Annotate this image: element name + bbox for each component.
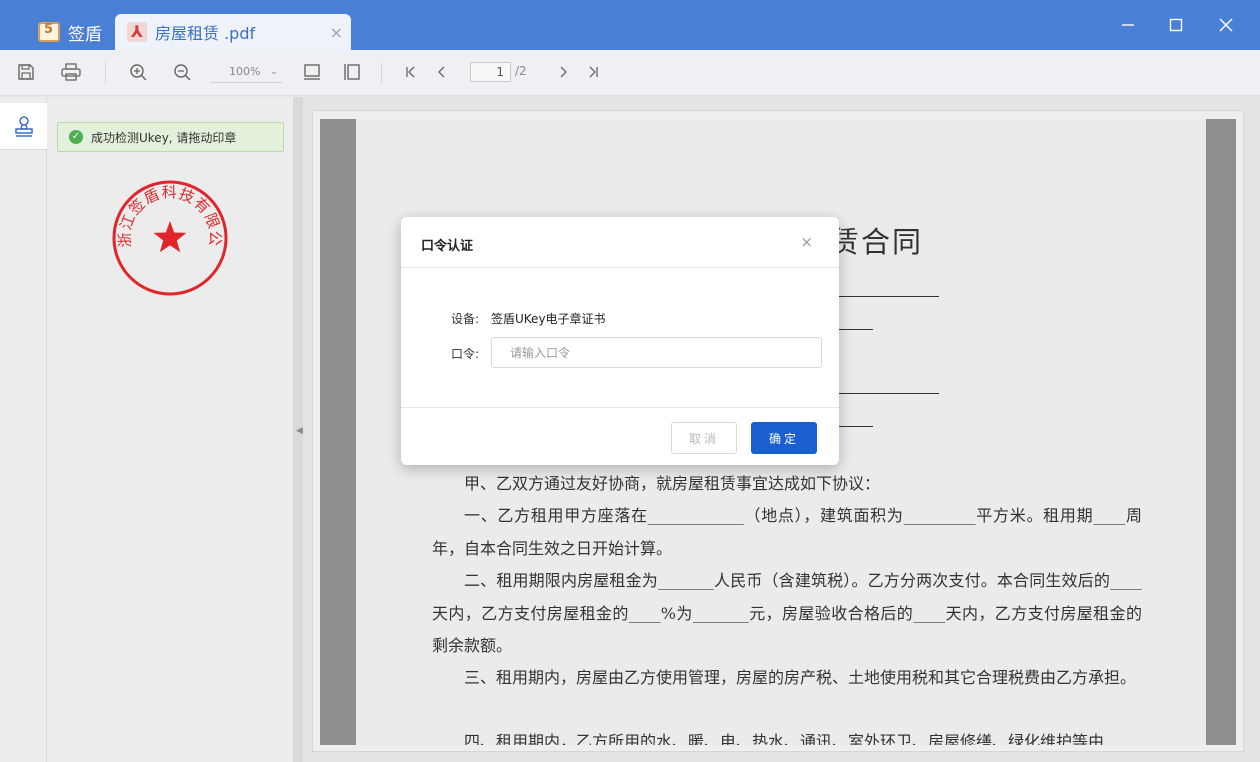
print-icon	[61, 63, 81, 81]
page-margin-left	[320, 119, 356, 745]
first-page-button[interactable]	[400, 61, 422, 83]
form-line	[839, 426, 873, 427]
paragraph: 四、租用期内，乙方所用的水、暖、电、热水、通讯、室外环卫、房屋修缮、绿化维护等由	[464, 732, 1105, 745]
password-input[interactable]	[491, 337, 822, 368]
app-tab[interactable]: 签盾	[38, 14, 102, 50]
dialog-close-icon[interactable]: ×	[800, 233, 813, 251]
app-name: 签盾	[68, 24, 102, 45]
cancel-button[interactable]: 取消	[671, 422, 737, 454]
zoom-in-icon	[130, 64, 147, 81]
paragraph: 甲、乙双方通过友好协商，就房屋租赁事宜达成如下协议：	[464, 474, 881, 493]
last-page-button[interactable]	[582, 61, 604, 83]
dialog-header-divider	[401, 267, 839, 268]
sidebar-rail	[0, 97, 47, 762]
maximize-icon	[1169, 18, 1183, 32]
toolbar-divider	[381, 62, 382, 84]
next-page-button[interactable]	[552, 61, 574, 83]
password-dialog: 口令认证 × 设备: 签盾UKey电子章证书 口令: 取消 确定	[401, 217, 839, 465]
title-bar: 签盾 ⅄ 房屋租赁 .pdf ×	[0, 0, 1260, 50]
close-window-button[interactable]	[1211, 10, 1241, 40]
zoom-out-button[interactable]	[171, 61, 193, 83]
zoom-select[interactable]: 100% ⌄	[210, 63, 282, 83]
form-line	[839, 329, 873, 330]
zoom-value: 100%	[229, 65, 261, 78]
fit-height-icon	[344, 64, 360, 80]
password-label: 口令:	[451, 347, 480, 361]
maximize-button[interactable]	[1161, 10, 1191, 40]
dialog-title: 口令认证	[421, 239, 474, 254]
pdf-icon: ⅄	[127, 22, 147, 42]
save-icon	[18, 64, 34, 80]
app-logo-icon	[38, 22, 60, 42]
company-seal[interactable]: 浙江签盾科技有限公司	[102, 164, 230, 302]
fit-width-button[interactable]	[301, 61, 323, 83]
ukey-success-alert: ✓ 成功检测Ukey, 请拖动印章	[57, 122, 284, 152]
paragraph: 一、乙方租用甲方座落在____________（地点），建筑面积为_______…	[432, 506, 1142, 558]
device-label: 设备:	[451, 312, 480, 326]
dialog-footer-divider	[401, 407, 839, 408]
form-line	[839, 296, 939, 297]
minimize-icon	[1122, 24, 1134, 26]
check-circle-icon: ✓	[69, 130, 83, 144]
collapse-arrow-icon[interactable]: ◀	[296, 426, 303, 436]
next-page-icon	[560, 66, 567, 78]
print-button[interactable]	[60, 61, 82, 83]
document-tab[interactable]: ⅄ 房屋租赁 .pdf ×	[115, 14, 351, 50]
prev-page-icon	[438, 66, 445, 78]
last-page-icon	[589, 66, 598, 78]
alert-text: 成功检测Ukey, 请拖动印章	[91, 130, 237, 145]
zoom-out-icon	[174, 64, 191, 81]
chevron-down-icon: ⌄	[269, 66, 278, 77]
minimize-button[interactable]	[1113, 10, 1143, 40]
page-total: /2	[515, 64, 527, 78]
document-title: 赁合同	[830, 225, 924, 259]
zoom-in-button[interactable]	[127, 61, 149, 83]
sidebar-item-stamp[interactable]	[0, 103, 47, 150]
fit-height-button[interactable]	[341, 61, 363, 83]
paragraph: 三、租用期内，房屋由乙方使用管理，房屋的房产税、土地使用税和其它合理税费由乙方承…	[464, 668, 1137, 687]
fit-width-icon	[304, 64, 320, 80]
stamp-icon	[14, 116, 33, 137]
device-value: 签盾UKey电子章证书	[491, 312, 606, 326]
page-number-input[interactable]: 1	[470, 62, 511, 82]
confirm-button[interactable]: 确定	[751, 422, 817, 454]
tab-close-icon[interactable]: ×	[330, 23, 343, 42]
paragraph: 二、租用期限内房屋租金为_______人民币（含建筑税）。乙方分两次支付。本合同…	[432, 571, 1142, 655]
first-page-icon	[406, 66, 415, 78]
prev-page-button[interactable]	[431, 61, 453, 83]
close-icon	[1219, 18, 1233, 32]
seal-stamp-icon: 浙江签盾科技有限公司	[102, 164, 228, 296]
document-tab-title: 房屋租赁 .pdf	[155, 24, 256, 43]
page-margin-right	[1206, 119, 1236, 745]
form-line	[839, 393, 939, 394]
toolbar-divider	[105, 62, 106, 84]
save-button[interactable]	[15, 61, 37, 83]
